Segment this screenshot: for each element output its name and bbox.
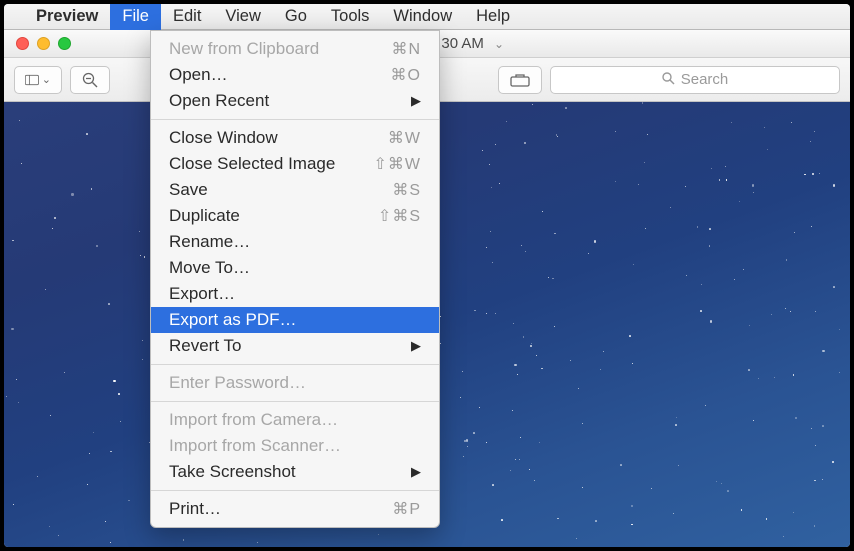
menu-item-label: Rename… xyxy=(169,232,250,252)
toolbox-icon xyxy=(510,73,530,87)
close-button[interactable] xyxy=(16,37,29,50)
menu-item-label: New from Clipboard xyxy=(169,39,319,59)
menu-item-label: Move To… xyxy=(169,258,250,278)
menu-item-shortcut: ⌘S xyxy=(392,180,421,200)
search-placeholder: Search xyxy=(681,71,729,88)
sidebar-toggle-button[interactable]: ⌄ xyxy=(14,66,62,94)
search-field[interactable]: Search xyxy=(550,66,840,94)
menu-item-close-window[interactable]: Close Window ⌘W xyxy=(151,125,439,151)
menu-item-duplicate[interactable]: Duplicate ⇧⌘S xyxy=(151,203,439,229)
submenu-arrow-icon: ▶ xyxy=(411,338,421,354)
menu-item-save[interactable]: Save ⌘S xyxy=(151,177,439,203)
menu-item-label: Duplicate xyxy=(169,206,240,226)
menu-item-shortcut: ⌘W xyxy=(388,128,421,148)
menu-item-import-from-camera: Import from Camera… xyxy=(151,407,439,433)
chevron-down-icon: ⌄ xyxy=(42,73,51,86)
menu-item-take-screenshot[interactable]: Take Screenshot ▶ xyxy=(151,459,439,485)
menubar: Preview File Edit View Go Tools Window H… xyxy=(4,4,850,30)
menu-separator xyxy=(151,401,439,402)
menu-separator xyxy=(151,119,439,120)
menu-item-label: Export as PDF… xyxy=(169,310,297,330)
menu-separator xyxy=(151,490,439,491)
file-menu-dropdown: New from Clipboard ⌘N Open… ⌘O Open Recent ▶ C… xyxy=(150,30,440,528)
menu-item-shortcut: ⇧⌘S xyxy=(378,206,421,226)
menu-item-label: Open Recent xyxy=(169,91,269,111)
menu-item-print[interactable]: Print… ⌘P xyxy=(151,496,439,522)
menubar-window[interactable]: Window xyxy=(381,4,464,30)
menubar-tools[interactable]: Tools xyxy=(319,4,382,30)
menubar-go[interactable]: Go xyxy=(273,4,319,30)
sidebar-icon xyxy=(25,72,39,88)
menubar-help[interactable]: Help xyxy=(464,4,522,30)
menu-item-label: Revert To xyxy=(169,336,241,356)
menu-item-export[interactable]: Export… xyxy=(151,281,439,307)
menu-item-open-recent[interactable]: Open Recent ▶ xyxy=(151,88,439,114)
menu-item-label: Close Window xyxy=(169,128,278,148)
menu-item-rename[interactable]: Rename… xyxy=(151,229,439,255)
menu-item-shortcut: ⇧⌘W xyxy=(373,154,421,174)
menu-item-revert-to[interactable]: Revert To ▶ xyxy=(151,333,439,359)
menu-item-open[interactable]: Open… ⌘O xyxy=(151,62,439,88)
menu-item-export-as-pdf[interactable]: Export as PDF… xyxy=(151,307,439,333)
zoom-out-button[interactable] xyxy=(70,66,110,94)
menu-separator xyxy=(151,364,439,365)
menu-item-close-selected-image[interactable]: Close Selected Image ⇧⌘W xyxy=(151,151,439,177)
menu-item-label: Import from Scanner… xyxy=(169,436,341,456)
submenu-arrow-icon: ▶ xyxy=(411,93,421,109)
traffic-lights xyxy=(4,37,71,50)
menu-item-label: Close Selected Image xyxy=(169,154,335,174)
menu-item-import-from-scanner: Import from Scanner… xyxy=(151,433,439,459)
menu-item-new-from-clipboard: New from Clipboard ⌘N xyxy=(151,36,439,62)
menu-item-label: Take Screenshot xyxy=(169,462,296,482)
chevron-down-icon: ⌄ xyxy=(494,37,504,51)
maximize-button[interactable] xyxy=(58,37,71,50)
menubar-app[interactable]: Preview xyxy=(24,4,110,30)
menu-item-shortcut: ⌘P xyxy=(392,499,421,519)
markup-button[interactable] xyxy=(498,66,542,94)
menubar-edit[interactable]: Edit xyxy=(161,4,213,30)
menu-item-label: Open… xyxy=(169,65,228,85)
menubar-file[interactable]: File xyxy=(110,4,161,30)
submenu-arrow-icon: ▶ xyxy=(411,464,421,480)
menu-item-label: Import from Camera… xyxy=(169,410,338,430)
menu-item-label: Save xyxy=(169,180,208,200)
menu-item-label: Export… xyxy=(169,284,235,304)
minimize-button[interactable] xyxy=(37,37,50,50)
search-icon xyxy=(662,72,675,88)
menubar-view[interactable]: View xyxy=(213,4,272,30)
menu-item-label: Print… xyxy=(169,499,221,519)
menu-item-shortcut: ⌘O xyxy=(391,65,421,85)
zoom-out-icon xyxy=(82,72,98,88)
menu-item-label: Enter Password… xyxy=(169,373,306,393)
menu-item-enter-password: Enter Password… xyxy=(151,370,439,396)
menu-item-shortcut: ⌘N xyxy=(391,39,421,59)
menu-item-move-to[interactable]: Move To… xyxy=(151,255,439,281)
